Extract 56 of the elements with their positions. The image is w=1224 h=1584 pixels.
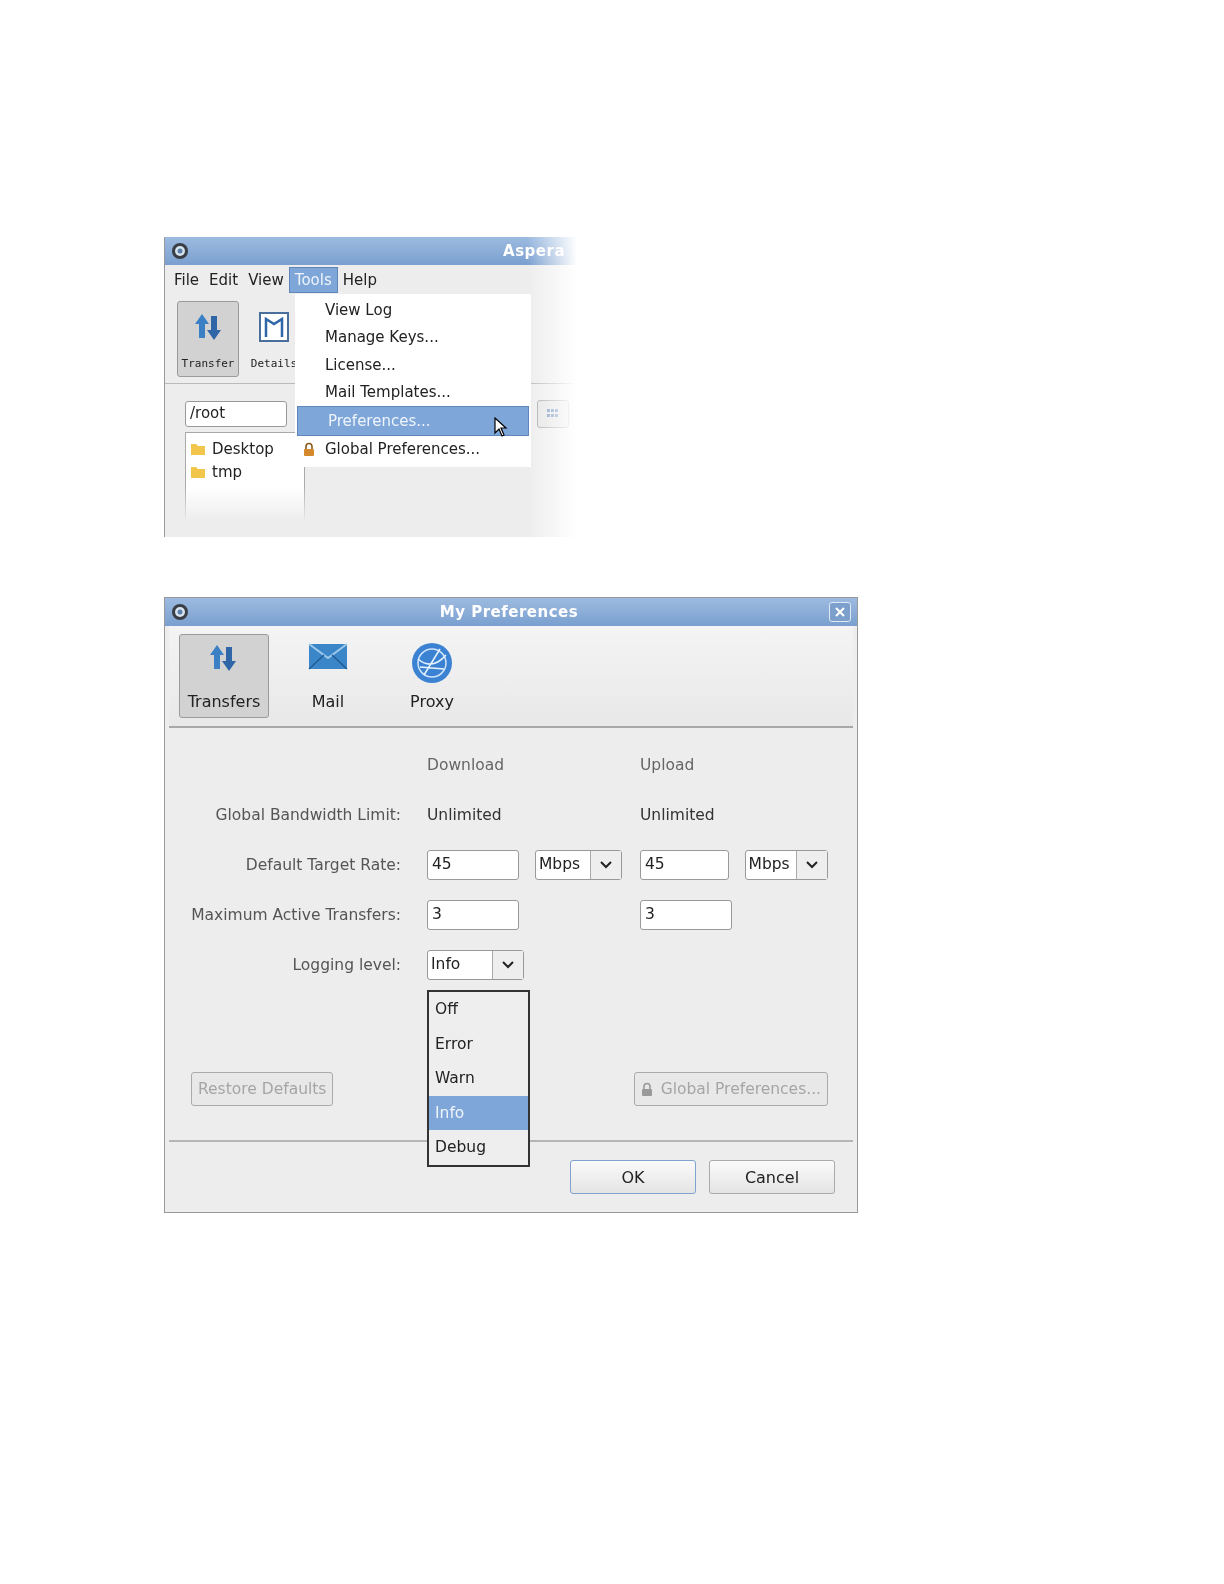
- chevron-down-icon: [806, 861, 818, 869]
- unit-value: Mbps: [747, 854, 791, 875]
- rate-field[interactable]: 45: [640, 850, 729, 880]
- column-header: Download: [426, 756, 506, 774]
- path-field[interactable]: /root: [185, 401, 287, 427]
- ok-button[interactable]: OK: [570, 1160, 696, 1194]
- menu-entry[interactable]: Global Preferences...: [295, 435, 531, 463]
- bandwidth-value: Unlimited: [639, 806, 716, 824]
- logging-option[interactable]: Debug: [429, 1130, 528, 1165]
- logging-value: Info: [430, 954, 462, 975]
- grid-icon: [547, 409, 559, 419]
- cancel-button[interactable]: Cancel: [709, 1160, 835, 1194]
- envelope-icon: [308, 641, 348, 671]
- close-icon: [835, 607, 845, 617]
- logging-option[interactable]: Warn: [429, 1061, 528, 1096]
- toolbar-button[interactable]: Transfer: [177, 301, 239, 377]
- folder-icon: [190, 441, 206, 456]
- window-title: My Preferences: [438, 603, 580, 621]
- field-label: Global Bandwidth Limit:: [214, 806, 402, 824]
- logging-option[interactable]: Error: [429, 1026, 528, 1061]
- file-name[interactable]: Desktop: [212, 439, 274, 458]
- category-tab[interactable]: Proxy: [387, 634, 477, 718]
- menu-item[interactable]: Edit: [204, 268, 244, 292]
- globe-icon: [410, 641, 454, 685]
- cursor-icon: [494, 417, 508, 437]
- app-logo-icon: [171, 242, 189, 260]
- close-button[interactable]: [829, 602, 851, 622]
- unit-dropdown[interactable]: Mbps: [744, 850, 828, 880]
- field-label: Maximum Active Transfers:: [190, 906, 402, 924]
- category-tab[interactable]: Transfers: [179, 634, 269, 718]
- menu-entry[interactable]: View Log: [295, 296, 531, 324]
- category-tab[interactable]: Mail: [283, 634, 373, 718]
- menu-entry[interactable]: License...: [295, 351, 531, 379]
- logging-dropdown[interactable]: Info: [427, 950, 524, 980]
- column-header: Upload: [639, 756, 696, 774]
- menu-item[interactable]: File: [169, 268, 205, 292]
- menu-item[interactable]: Help: [337, 268, 382, 292]
- transfers-field[interactable]: 3: [640, 900, 732, 930]
- rate-field[interactable]: 45: [427, 850, 519, 880]
- file-name[interactable]: tmp: [212, 462, 242, 481]
- menu-entry[interactable]: Mail Templates...: [295, 378, 531, 406]
- transfers-field[interactable]: 3: [427, 900, 519, 930]
- logging-option[interactable]: Off: [429, 992, 528, 1027]
- field-label: Default Target Rate:: [244, 856, 402, 874]
- menu-entry[interactable]: Manage Keys...: [295, 323, 531, 351]
- unit-value: Mbps: [538, 854, 582, 875]
- folder-icon: [190, 464, 206, 479]
- field-label: Logging level:: [291, 956, 402, 974]
- app-logo-icon: [171, 603, 189, 621]
- unit-dropdown[interactable]: Mbps: [535, 850, 622, 880]
- menu-item[interactable]: View: [243, 268, 289, 292]
- chevron-down-icon: [600, 861, 612, 869]
- bandwidth-value: Unlimited: [426, 806, 503, 824]
- chevron-down-icon: [502, 961, 514, 969]
- window-icon: [257, 310, 291, 344]
- view-button[interactable]: [537, 400, 569, 428]
